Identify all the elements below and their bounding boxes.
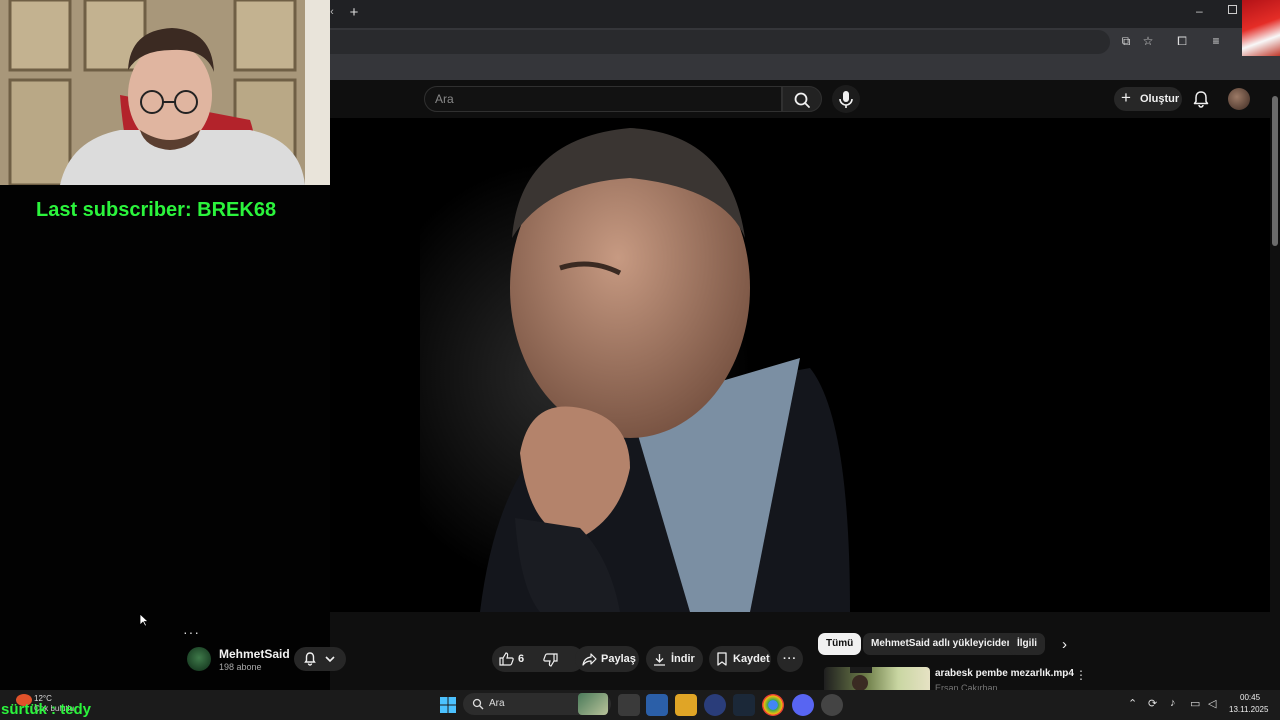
- microphone-tray-icon[interactable]: ♪: [1170, 697, 1176, 709]
- last-subscriber-label: Last subscriber: BREK68: [36, 199, 277, 221]
- more-options-icon[interactable]: ···: [183, 624, 200, 640]
- share-button[interactable]: Paylaş: [575, 646, 639, 672]
- chip-from-uploader[interactable]: MehmetSaid adlı yükleyiciden: [863, 633, 1021, 655]
- subscriber-count: 198 abone: [219, 662, 262, 672]
- clock-date[interactable]: 13.11.2025: [1229, 705, 1268, 714]
- mouse-cursor-icon: [139, 613, 149, 627]
- microphone-icon: [839, 91, 853, 108]
- thumbs-down-icon: [543, 653, 558, 667]
- video-frame-image: [330, 118, 1270, 612]
- channel-avatar[interactable]: [187, 647, 211, 671]
- webcam-image: [0, 0, 330, 185]
- search-button[interactable]: [782, 86, 822, 112]
- plus-icon: +: [1121, 88, 1131, 107]
- recommended-video-thumbnail[interactable]: [824, 667, 930, 690]
- media-control-icon[interactable]: ≡: [1208, 33, 1224, 49]
- tray-expand-icon[interactable]: ⌃: [1128, 697, 1137, 710]
- like-button[interactable]: 6: [492, 646, 540, 672]
- address-bar[interactable]: [330, 30, 1110, 54]
- video-player[interactable]: [330, 118, 1270, 612]
- dislike-button[interactable]: [540, 646, 568, 672]
- file-explorer-icon[interactable]: [675, 694, 697, 716]
- channel-name[interactable]: MehmetSaid: [219, 647, 290, 661]
- chevron-right-icon[interactable]: ›: [1062, 636, 1067, 653]
- bell-chevron-icon: [304, 652, 335, 666]
- save-button[interactable]: Kaydet: [709, 646, 771, 672]
- install-app-icon[interactable]: ⧉: [1118, 33, 1134, 49]
- display-icon[interactable]: ▭: [1190, 697, 1200, 710]
- chrome-icon[interactable]: [762, 694, 784, 716]
- share-label: Paylaş: [601, 653, 636, 665]
- steam-icon[interactable]: [733, 694, 755, 716]
- bookmark-star-icon[interactable]: ☆: [1140, 33, 1156, 49]
- recommended-video-title[interactable]: arabesk pembe mezarlık.mp4: [935, 668, 1074, 679]
- taskbar-search-icon: [472, 698, 484, 710]
- thumbs-up-icon: [499, 652, 514, 666]
- discord-icon[interactable]: [792, 694, 814, 716]
- save-label: Kaydet: [733, 653, 770, 665]
- screen: ‹ + – ⧉ ☆ ⧠ ≡ Ara Oluştur + Last subscri…: [0, 0, 1280, 720]
- subscription-bell-button[interactable]: [294, 647, 346, 671]
- task-view-icon[interactable]: [618, 694, 640, 716]
- notifications-bell-icon[interactable]: [1191, 89, 1211, 109]
- chip-related[interactable]: İlgili: [1009, 633, 1045, 655]
- search-highlight-icon[interactable]: [578, 693, 608, 715]
- search-icon: [794, 92, 810, 108]
- window-maximize-icon[interactable]: [1228, 5, 1237, 14]
- search-input[interactable]: Ara: [424, 86, 782, 112]
- share-icon: [582, 653, 597, 666]
- app-icon[interactable]: [704, 694, 726, 716]
- windows-taskbar: [0, 690, 1280, 720]
- chip-all[interactable]: Tümü: [818, 633, 862, 655]
- browser-tab-strip: [330, 0, 1280, 28]
- more-actions-button[interactable]: ···: [777, 646, 803, 672]
- sync-icon[interactable]: ⟳: [1148, 697, 1157, 710]
- window-minimize-icon[interactable]: –: [1196, 4, 1203, 18]
- recommended-menu-icon[interactable]: ⋮: [1075, 668, 1087, 682]
- bookmarks-bar: [330, 56, 1280, 80]
- windows-start-icon[interactable]: [437, 694, 459, 716]
- volume-icon[interactable]: ◁: [1208, 697, 1216, 710]
- app-icon-2[interactable]: [821, 694, 843, 716]
- stream-preview-thumbnail: [1242, 0, 1280, 56]
- clock-time[interactable]: 00:45: [1240, 693, 1260, 702]
- new-tab-icon[interactable]: +: [346, 4, 362, 22]
- thumbnail-image: [850, 667, 872, 690]
- voice-search-button[interactable]: [832, 85, 860, 113]
- webcam-feed: [0, 0, 330, 185]
- download-label: İndir: [671, 653, 695, 665]
- user-avatar[interactable]: [1228, 88, 1250, 110]
- scrollbar-thumb[interactable]: [1272, 96, 1278, 246]
- bookmark-icon: [717, 652, 727, 666]
- download-button[interactable]: İndir: [646, 646, 703, 672]
- download-icon: [654, 654, 665, 666]
- chat-overlay-text: sürtük : tedy: [1, 701, 92, 718]
- like-count: 6: [518, 653, 525, 665]
- extensions-icon[interactable]: ⧠: [1174, 33, 1190, 49]
- widgets-icon[interactable]: [646, 694, 668, 716]
